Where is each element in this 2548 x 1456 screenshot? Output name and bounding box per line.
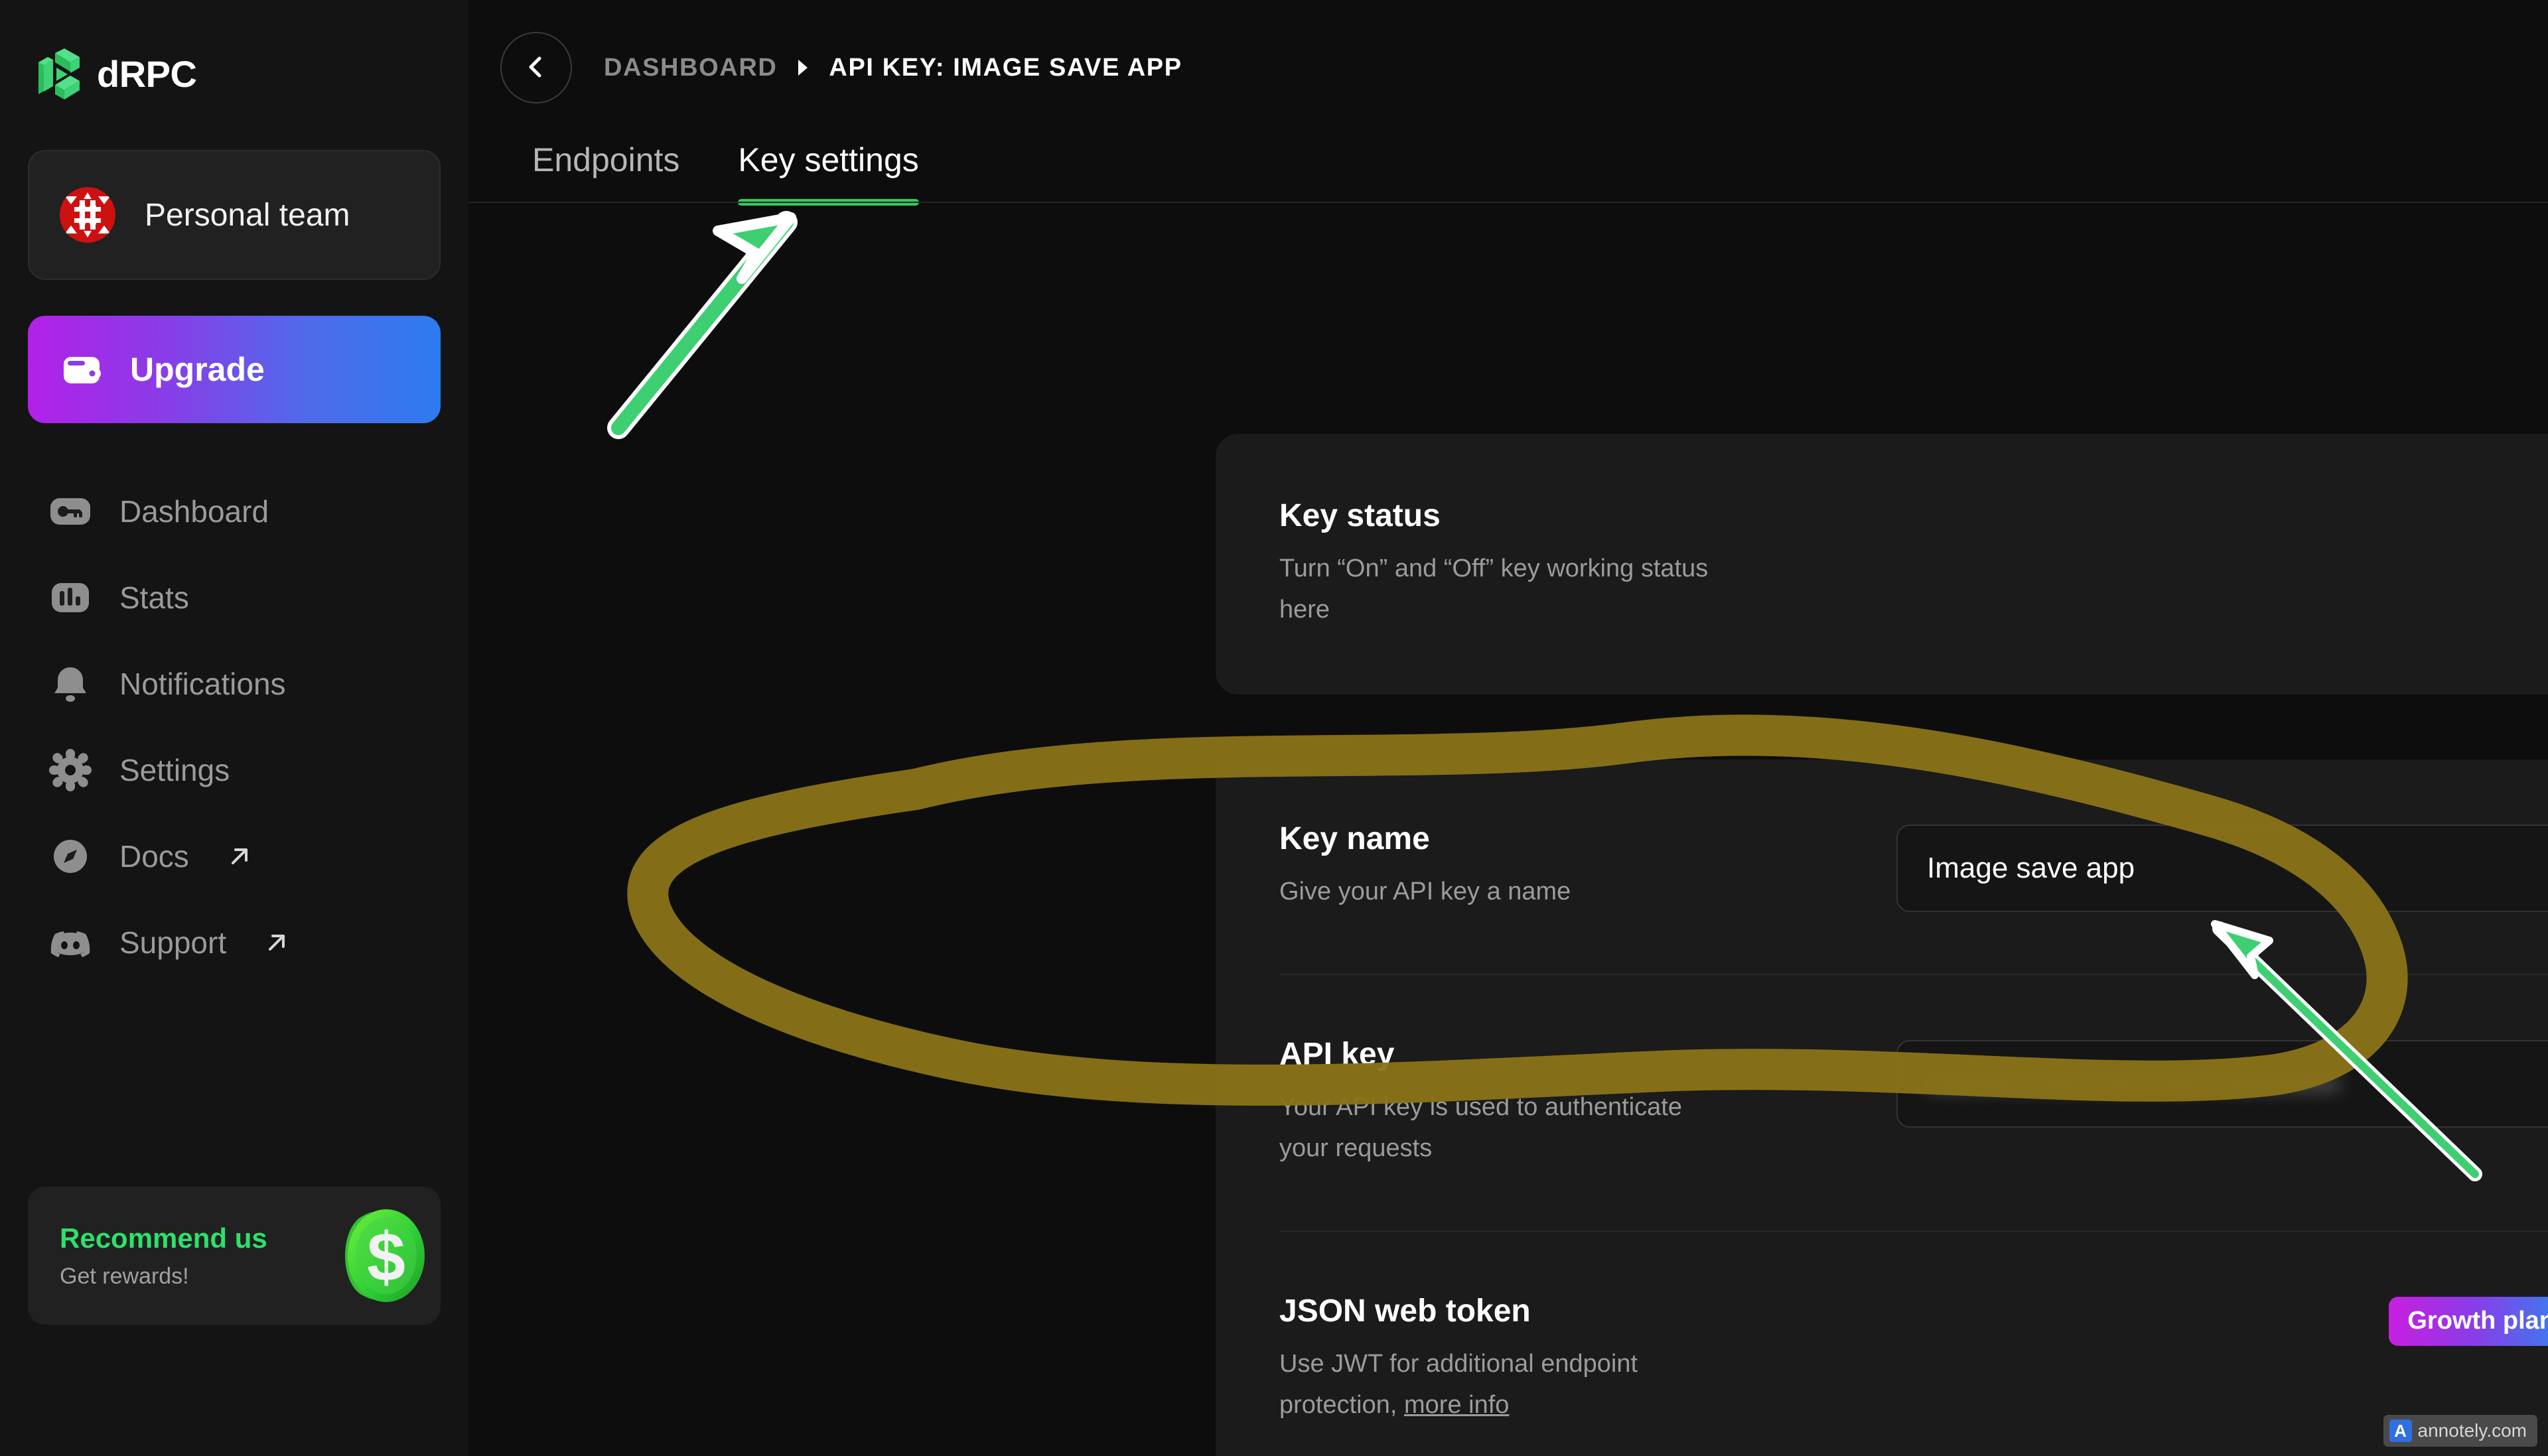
key-icon xyxy=(48,489,93,534)
recommend-subtitle: Get rewards! xyxy=(60,1263,189,1289)
team-name-label: Personal team xyxy=(145,197,350,233)
back-button[interactable] xyxy=(500,32,572,103)
jwt-more-info-link[interactable]: more info xyxy=(1404,1391,1509,1419)
sidebar-item-stats[interactable]: Stats xyxy=(28,555,441,641)
sidebar-item-label: Support xyxy=(119,925,227,960)
key-status-description: Turn “On” and “Off” key working status h… xyxy=(1279,555,1709,624)
recommend-us-card[interactable]: Recommend us Get rewards! $ xyxy=(28,1187,441,1325)
sidebar-item-docs[interactable]: Docs xyxy=(28,813,441,899)
external-link-icon xyxy=(263,929,290,956)
recommend-title: Recommend us xyxy=(60,1222,267,1254)
upgrade-button[interactable]: Upgrade xyxy=(28,316,441,423)
dollar-coin-icon: $ xyxy=(322,1199,437,1313)
api-key-title: API key xyxy=(1279,1036,1395,1072)
api-key-description: Your API key is used to authenticate you… xyxy=(1279,1092,1682,1162)
growth-plan-badge: Growth plan xyxy=(2389,1296,2548,1346)
sidebar-item-label: Settings xyxy=(119,753,230,787)
jwt-row: JSON web token Use JWT for additional en… xyxy=(1279,1230,2548,1456)
drpc-logo-icon xyxy=(35,48,82,99)
top-bar: DASHBOARD API KEY: IMAGE SAVE APP xyxy=(468,0,2548,103)
sidebar-item-settings[interactable]: Settings xyxy=(28,727,441,813)
gear-icon xyxy=(48,748,93,793)
tab-divider xyxy=(468,202,2548,203)
brand-name: dRPC xyxy=(97,52,197,95)
sidebar-item-label: Docs xyxy=(119,839,189,874)
compass-icon xyxy=(48,834,93,879)
tab-bar: Endpoints Key settings xyxy=(532,141,2548,206)
wallet-icon xyxy=(60,348,104,391)
discord-icon xyxy=(48,920,93,965)
recommend-text-block: Recommend us Get rewards! xyxy=(60,1223,267,1290)
key-name-text-block: Key name Give your API key a name xyxy=(1279,821,1896,913)
key-name-title: Key name xyxy=(1279,821,1430,856)
api-key-value: ••••••••-••••-••••-••••-•••••••••• xyxy=(1927,1067,2340,1100)
sidebar: dRPC Personal team Upgrade Dashboard Sta… xyxy=(0,0,468,1456)
sidebar-item-dashboard[interactable]: Dashboard xyxy=(28,468,441,555)
sidebar-item-label: Dashboard xyxy=(119,494,269,529)
breadcrumb-current: API KEY: IMAGE SAVE APP xyxy=(829,53,1182,82)
jwt-description: Use JWT for additional endpoint protecti… xyxy=(1279,1344,1717,1426)
jwt-title: JSON web token xyxy=(1279,1293,1531,1329)
sidebar-item-label: Notifications xyxy=(119,667,286,701)
jwt-text-block: JSON web token Use JWT for additional en… xyxy=(1279,1293,1896,1426)
key-name-field[interactable]: Image save app xyxy=(1896,824,2548,912)
key-status-card: Key status Turn “On” and “Off” key worki… xyxy=(1216,434,2548,695)
svg-text:$: $ xyxy=(367,1219,405,1296)
breadcrumb: DASHBOARD API KEY: IMAGE SAVE APP xyxy=(604,54,1182,82)
team-switcher[interactable]: Personal team xyxy=(28,150,441,280)
api-key-field[interactable]: ••••••••-••••-••••-••••-•••••••••• xyxy=(1896,1039,2548,1128)
breadcrumb-root[interactable]: DASHBOARD xyxy=(604,54,777,82)
key-name-row: Key name Give your API key a name Image … xyxy=(1279,760,2548,974)
key-name-controls: Image save app xyxy=(1896,821,2548,912)
key-name-value: Image save app xyxy=(1927,851,2135,884)
team-avatar-identicon xyxy=(60,187,115,243)
sidebar-nav: Dashboard Stats Notifications Settings D… xyxy=(28,468,441,986)
sidebar-item-notifications[interactable]: Notifications xyxy=(28,641,441,727)
api-key-text-block: API key Your API key is used to authenti… xyxy=(1279,1036,1896,1169)
api-key-row: API key Your API key is used to authenti… xyxy=(1279,973,2548,1230)
chevron-left-icon xyxy=(523,54,549,82)
jwt-controls: Growth plan xyxy=(1896,1293,2548,1346)
sidebar-item-support[interactable]: Support xyxy=(28,899,441,986)
bell-icon xyxy=(48,661,93,706)
settings-content: Key status Turn “On” and “Off” key worki… xyxy=(468,434,2548,1456)
app-root: dRPC Personal team Upgrade Dashboard Sta… xyxy=(0,0,2548,1456)
external-link-icon xyxy=(226,843,253,870)
key-settings-card: Key name Give your API key a name Image … xyxy=(1216,759,2548,1456)
upgrade-label: Upgrade xyxy=(130,351,265,388)
caret-right-icon xyxy=(794,58,812,78)
api-key-controls: ••••••••-••••-••••-••••-•••••••••• xyxy=(1896,1036,2548,1128)
sidebar-item-label: Stats xyxy=(119,580,189,615)
key-status-text-block: Key status Turn “On” and “Off” key worki… xyxy=(1279,497,2548,631)
key-name-description: Give your API key a name xyxy=(1279,877,1571,905)
main-content: DASHBOARD API KEY: IMAGE SAVE APP Endpoi… xyxy=(468,0,2548,1456)
bar-chart-icon xyxy=(48,575,93,620)
tab-endpoints[interactable]: Endpoints xyxy=(532,141,679,206)
key-status-title: Key status xyxy=(1279,498,1441,533)
tab-key-settings[interactable]: Key settings xyxy=(738,141,920,206)
brand-logo[interactable]: dRPC xyxy=(28,0,441,99)
